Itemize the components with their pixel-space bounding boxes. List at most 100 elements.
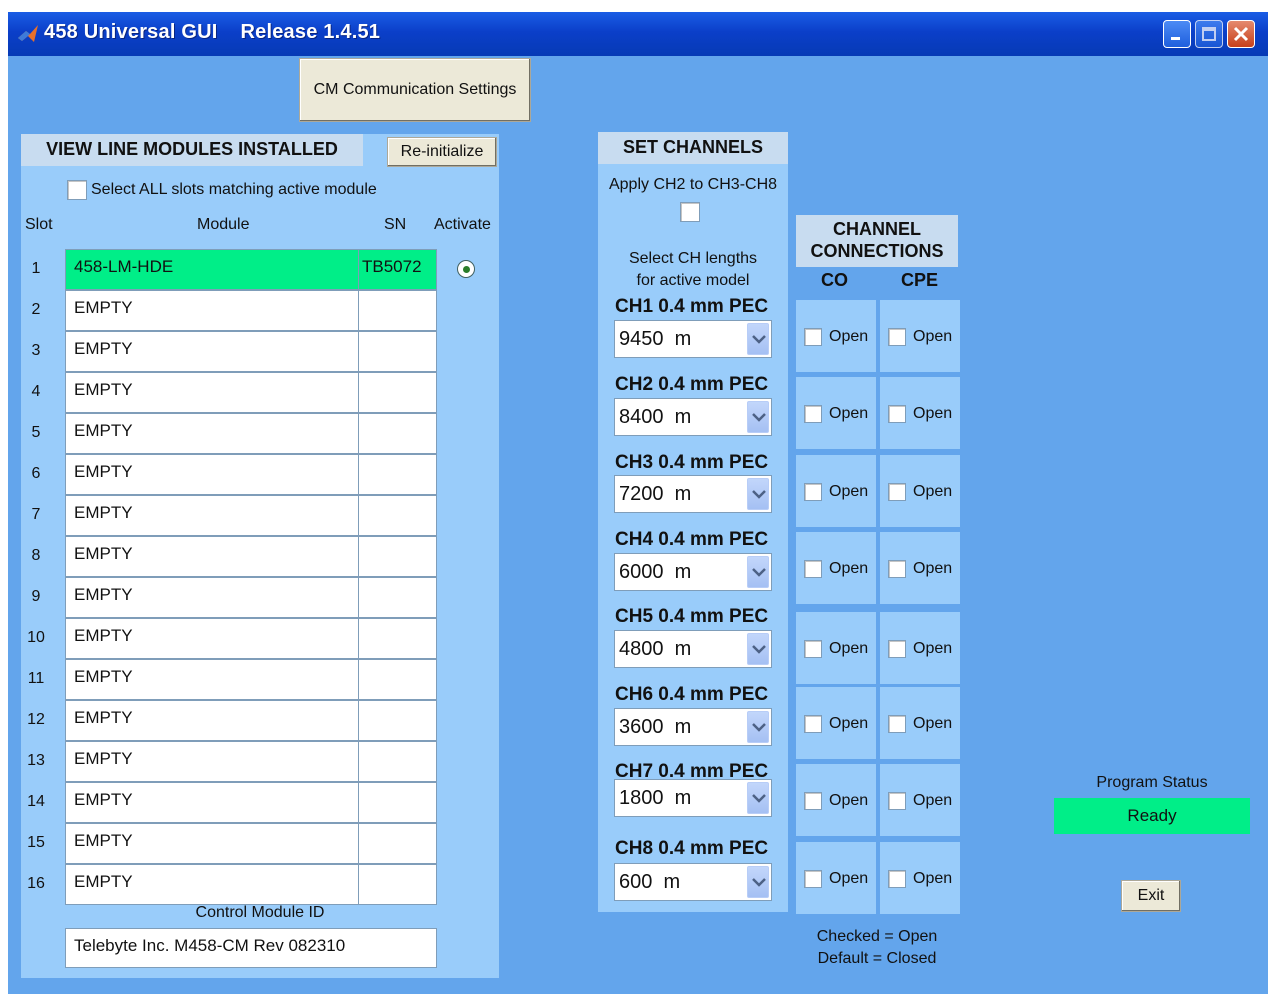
chevron-down-icon[interactable] — [747, 633, 769, 665]
module-field[interactable]: EMPTY — [65, 577, 359, 618]
open-label: Open — [829, 870, 869, 887]
channel-length-dropdown[interactable]: 6000 m — [614, 553, 772, 591]
cpe-open-checkbox[interactable] — [888, 715, 906, 733]
co-connection-cell: Open — [796, 842, 876, 914]
maximize-icon — [1202, 27, 1216, 41]
serial-number-field[interactable] — [358, 413, 437, 454]
module-field[interactable]: EMPTY — [65, 864, 359, 905]
co-connection-cell: Open — [796, 764, 876, 836]
select-lengths-line2: for active model — [636, 272, 750, 289]
open-label: Open — [829, 640, 869, 657]
co-open-checkbox[interactable] — [804, 560, 822, 578]
select-all-checkbox[interactable] — [67, 180, 87, 200]
co-open-checkbox[interactable] — [804, 715, 822, 733]
module-field[interactable]: EMPTY — [65, 331, 359, 372]
cpe-open-checkbox[interactable] — [888, 328, 906, 346]
co-open-checkbox[interactable] — [804, 328, 822, 346]
channel-length-dropdown[interactable]: 7200 m — [614, 475, 772, 513]
serial-number-field[interactable] — [358, 659, 437, 700]
serial-number-field[interactable] — [358, 536, 437, 577]
control-module-id-field[interactable]: Telebyte Inc. M458-CM Rev 082310 — [65, 928, 437, 968]
cpe-open-checkbox[interactable] — [888, 870, 906, 888]
channel-length-dropdown[interactable]: 3600 m — [614, 708, 772, 746]
chevron-down-icon[interactable] — [747, 711, 769, 743]
module-field[interactable]: EMPTY — [65, 659, 359, 700]
cpe-open-checkbox[interactable] — [888, 405, 906, 423]
co-connection-cell: Open — [796, 455, 876, 527]
set-channels-header: SET CHANNELS — [598, 132, 788, 164]
serial-number-field[interactable] — [358, 618, 437, 659]
open-label: Open — [913, 792, 953, 809]
cpe-open-checkbox[interactable] — [888, 640, 906, 658]
apply-ch2-checkbox[interactable] — [680, 202, 700, 222]
module-field[interactable]: 458-LM-HDE — [65, 249, 359, 290]
maximize-button[interactable] — [1195, 20, 1223, 48]
channel-label: CH4 0.4 mm PEC — [615, 529, 769, 550]
serial-number-field[interactable] — [358, 290, 437, 331]
channel-length-dropdown[interactable]: 4800 m — [614, 630, 772, 668]
serial-number-field[interactable] — [358, 372, 437, 413]
serial-number-field[interactable] — [358, 700, 437, 741]
activate-radio[interactable] — [457, 260, 475, 278]
module-field[interactable]: EMPTY — [65, 700, 359, 741]
chevron-down-icon[interactable] — [747, 782, 769, 814]
close-icon — [1233, 26, 1249, 42]
slot-number: 4 — [31, 383, 41, 400]
chevron-down-icon[interactable] — [747, 323, 769, 355]
open-label: Open — [913, 870, 953, 887]
cpe-open-checkbox[interactable] — [888, 792, 906, 810]
co-open-checkbox[interactable] — [804, 405, 822, 423]
cm-communication-settings-button[interactable]: CM Communication Settings — [299, 58, 531, 122]
cpe-open-checkbox[interactable] — [888, 560, 906, 578]
module-field[interactable]: EMPTY — [65, 536, 359, 577]
col-sn-header: SN — [384, 216, 407, 233]
channel-length-dropdown[interactable]: 1800 m — [614, 779, 772, 817]
chevron-down-icon[interactable] — [747, 556, 769, 588]
serial-number-field[interactable]: TB5072 — [358, 249, 437, 290]
channel-label: CH6 0.4 mm PEC — [615, 684, 769, 705]
module-field[interactable]: EMPTY — [65, 290, 359, 331]
channel-length-dropdown[interactable]: 8400 m — [614, 398, 772, 436]
module-field[interactable]: EMPTY — [65, 782, 359, 823]
open-label: Open — [913, 715, 953, 732]
col-co-header: CO — [821, 270, 848, 290]
chevron-down-icon[interactable] — [747, 401, 769, 433]
channel-length-dropdown[interactable]: 600 m — [614, 863, 772, 901]
exit-button[interactable]: Exit — [1121, 880, 1181, 912]
co-open-checkbox[interactable] — [804, 870, 822, 888]
module-field[interactable]: EMPTY — [65, 413, 359, 454]
minimize-icon — [1171, 37, 1180, 40]
module-field[interactable]: EMPTY — [65, 823, 359, 864]
module-field[interactable]: EMPTY — [65, 495, 359, 536]
cpe-open-checkbox[interactable] — [888, 483, 906, 501]
open-label: Open — [829, 405, 869, 422]
module-field[interactable]: EMPTY — [65, 618, 359, 659]
module-field[interactable]: EMPTY — [65, 741, 359, 782]
reinitialize-button[interactable]: Re-initialize — [387, 137, 497, 167]
co-open-checkbox[interactable] — [804, 483, 822, 501]
chevron-down-icon[interactable] — [747, 478, 769, 510]
channel-label: CH2 0.4 mm PEC — [615, 374, 769, 395]
serial-number-field[interactable] — [358, 782, 437, 823]
serial-number-field[interactable] — [358, 331, 437, 372]
serial-number-field[interactable] — [358, 864, 437, 905]
title-bar[interactable]: 458 Universal GUI Release 1.4.51 — [8, 12, 1268, 56]
module-field[interactable]: EMPTY — [65, 454, 359, 495]
serial-number-field[interactable] — [358, 495, 437, 536]
module-field[interactable]: EMPTY — [65, 372, 359, 413]
co-open-checkbox[interactable] — [804, 640, 822, 658]
close-button[interactable] — [1227, 20, 1255, 48]
program-status-value: Ready — [1054, 798, 1250, 834]
chevron-down-icon[interactable] — [747, 866, 769, 898]
serial-number-field[interactable] — [358, 577, 437, 618]
cpe-connection-cell: Open — [880, 612, 960, 684]
minimize-button[interactable] — [1163, 20, 1191, 48]
co-open-checkbox[interactable] — [804, 792, 822, 810]
radio-selected-dot — [463, 266, 470, 273]
serial-number-field[interactable] — [358, 823, 437, 864]
channel-length-dropdown[interactable]: 9450 m — [614, 320, 772, 358]
serial-number-field[interactable] — [358, 741, 437, 782]
channel-length-value: 1800 m — [619, 787, 692, 809]
serial-number-field[interactable] — [358, 454, 437, 495]
col-activate-header: Activate — [434, 216, 491, 233]
